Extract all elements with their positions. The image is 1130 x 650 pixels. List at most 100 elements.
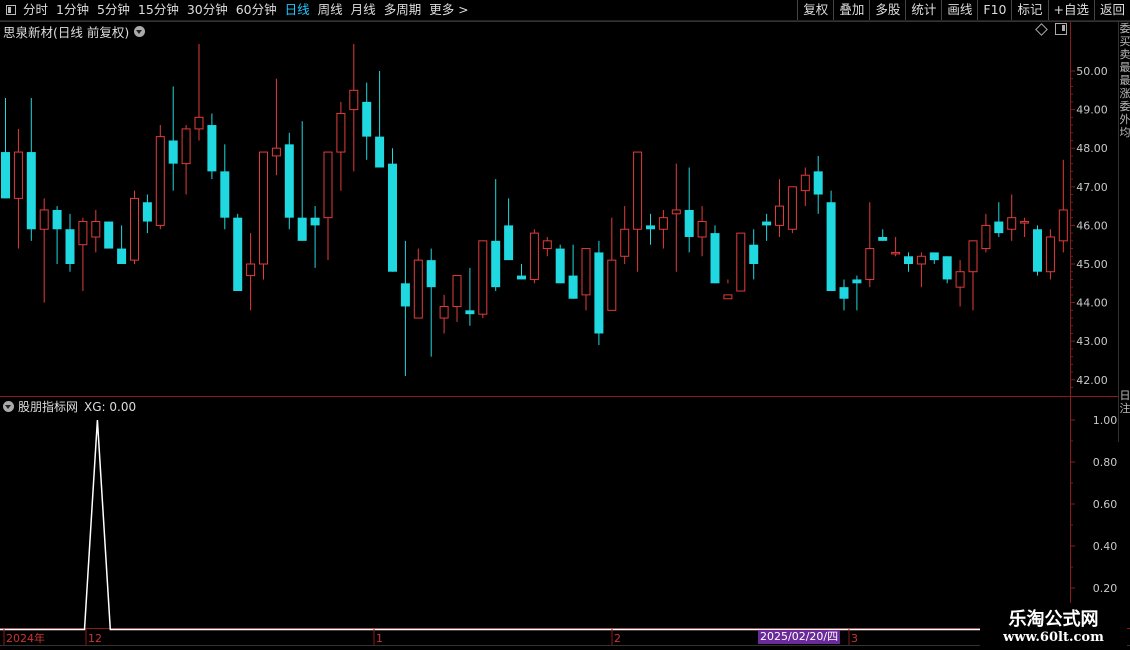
candle-body-up (607, 259, 617, 311)
date-axis-label: 2 (614, 632, 621, 645)
candle-body-up (775, 205, 784, 226)
indicator-name: 股朋指标网 (18, 400, 79, 414)
candle-body-down (465, 310, 475, 315)
period-tab-0[interactable]: 分时 (19, 0, 52, 20)
candle-body-up (723, 294, 733, 300)
y-tick-label: 43.00 (1076, 335, 1108, 348)
toolbar-button-2[interactable]: 多股 (869, 0, 905, 20)
candle-body-down (555, 248, 565, 284)
candle-body-down (168, 140, 178, 164)
quote-side-panel: 委买卖最最涨委外均日注 (1118, 22, 1130, 442)
date-axis-label: 1 (376, 632, 383, 645)
candle-body-down (220, 171, 230, 218)
candle-body-down (762, 221, 772, 226)
period-toolbar: 分时 1分钟 5分钟 15分钟 30分钟 60分钟 日线 周线 月线 多周期 更多 > 复权 叠加 多股… (0, 0, 1130, 21)
toolbar-button-6[interactable]: 标记 (1011, 0, 1047, 20)
candle-body-up (39, 209, 49, 230)
period-tab-2[interactable]: 5分钟 (93, 0, 134, 20)
period-tab-7[interactable]: 周线 (314, 0, 347, 20)
candle-body-down (517, 275, 526, 280)
candle-body-up (968, 240, 978, 273)
layout-toggle-icon[interactable] (6, 5, 16, 15)
candle-body-up (633, 151, 643, 230)
diamond-icon[interactable] (1035, 23, 1048, 36)
candle-body-up (349, 89, 359, 111)
candle-body-up (620, 228, 630, 257)
candle-body-down (839, 287, 849, 299)
ind-tick-label: 0.60 (1093, 498, 1118, 511)
candle-body-up (1058, 209, 1068, 242)
period-tabs: 分时 1分钟 5分钟 15分钟 30分钟 60分钟 日线 周线 月线 多周期 更多 > (4, 0, 473, 20)
cursor-date-badge: 2025/02/20/四 (758, 630, 841, 644)
chevron-down-icon[interactable] (3, 401, 14, 412)
toolbar-button-4[interactable]: 画线 (941, 0, 977, 20)
candle-body-up (439, 305, 449, 319)
period-tab-1[interactable]: 1分钟 (52, 0, 93, 20)
candle-body-down (942, 256, 952, 280)
candle-body-up (78, 221, 88, 246)
candle-body-up (452, 275, 462, 307)
candle-body-up (542, 240, 552, 250)
ind-tick-label: 0.20 (1093, 582, 1118, 595)
candle-body-up (413, 259, 423, 319)
candle-body-down (117, 248, 127, 264)
candle-body-up (581, 248, 591, 296)
toolbar-button-0[interactable]: 复权 (797, 0, 833, 20)
candle-body-down (749, 244, 759, 264)
candle-body-down (1, 152, 10, 199)
period-tab-5[interactable]: 60分钟 (232, 0, 281, 20)
toolbar-actions: 复权 叠加 多股 统计 画线 F10 标记 +自选 返回 (797, 0, 1130, 20)
side-panel-text: 委买卖最最涨委外均日注 (1119, 22, 1130, 415)
candle-body-down (297, 217, 307, 241)
xg-series-line (0, 419, 1078, 631)
y-tick-label: 50.00 (1076, 65, 1108, 78)
candle-body-up (955, 271, 965, 288)
y-tick-label: 48.00 (1076, 142, 1108, 155)
ind-tick-label: 0.80 (1093, 456, 1118, 469)
candle-body-down (491, 240, 501, 288)
toolbar-button-8[interactable]: 返回 (1093, 0, 1130, 20)
period-tab-9[interactable]: 多周期 (380, 0, 426, 20)
candle-body-down (400, 283, 410, 307)
period-tab-10[interactable]: 更多 > (425, 0, 472, 20)
toolbar-button-7[interactable]: +自选 (1047, 0, 1094, 20)
candle-body-up (800, 174, 810, 192)
window-layout-icon[interactable] (1055, 23, 1067, 35)
candle-body-down (207, 125, 217, 172)
candle-body-down (594, 252, 604, 334)
candle-body-down (710, 233, 720, 284)
candle-body-up (155, 136, 165, 226)
chart-title: 思泉新材(日线 前复权) (3, 22, 146, 41)
candle-body-up (736, 232, 746, 292)
candle-body-down (646, 225, 655, 230)
candle-body-up (323, 151, 333, 219)
toolbar-button-5[interactable]: F10 (977, 0, 1011, 20)
indicator-value: XG: 0.00 (84, 399, 137, 414)
candle-body-up (865, 248, 875, 280)
candle-body-up (13, 151, 23, 199)
candle-body-down (904, 256, 913, 264)
y-tick-label: 49.00 (1076, 104, 1108, 117)
period-tab-8[interactable]: 月线 (347, 0, 380, 20)
date-axis-label: 12 (88, 632, 102, 645)
candle-body-up (271, 147, 281, 157)
y-tick-label: 46.00 (1076, 219, 1108, 232)
candle-body-up (246, 263, 256, 277)
candle-body-down (826, 202, 836, 292)
indicator-title: 股朋指标网 XG: 0.00 (3, 398, 136, 415)
chevron-down-icon[interactable] (134, 26, 146, 37)
candlestick-chart[interactable]: 50.00 49.00 48.00 47.00 46.00 45.00 44.00 43.00… (0, 0, 1130, 650)
candle-body-down (426, 260, 436, 288)
toolbar-button-3[interactable]: 统计 (905, 0, 941, 20)
y-tick-label: 47.00 (1076, 181, 1108, 194)
period-tab-3[interactable]: 15分钟 (134, 0, 183, 20)
candle-body-down (684, 209, 694, 237)
toolbar-button-1[interactable]: 叠加 (833, 0, 869, 20)
period-tab-6[interactable]: 日线 (281, 0, 314, 20)
candle-body-down (388, 163, 397, 272)
date-axis-label: 3 (851, 632, 858, 645)
candle-body-down (852, 279, 862, 284)
period-tab-4[interactable]: 30分钟 (183, 0, 232, 20)
candle-body-up (697, 221, 707, 238)
y-tick-label: 44.00 (1076, 297, 1108, 310)
